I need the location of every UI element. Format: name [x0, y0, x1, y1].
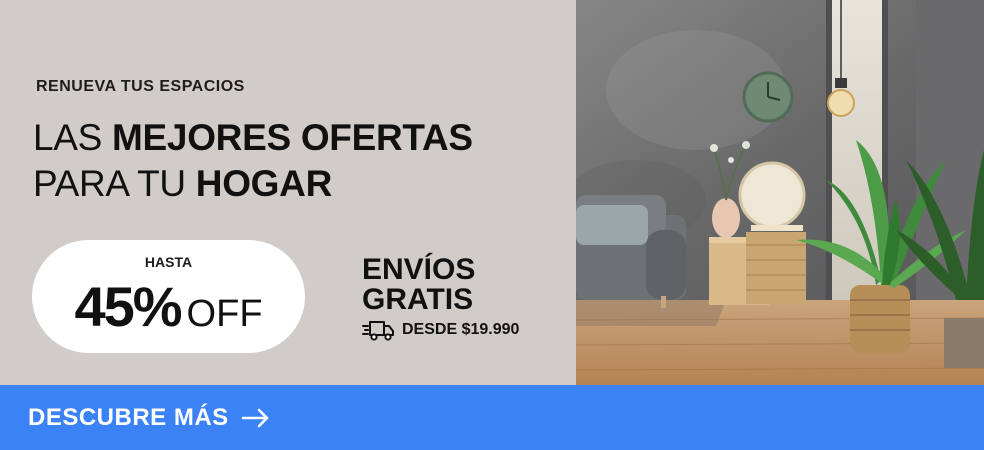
promo-banner[interactable]: RENUEVA TUS ESPACIOS LAS MEJORES OFERTAS…	[0, 0, 984, 450]
living-room-illustration	[576, 0, 984, 385]
cta-label: DESCUBRE MÁS	[28, 403, 229, 431]
promo-text-panel: RENUEVA TUS ESPACIOS LAS MEJORES OFERTAS…	[0, 0, 576, 385]
headline: LAS MEJORES OFERTAS PARA TU HOGAR	[33, 115, 473, 207]
discover-more-button[interactable]: DESCUBRE MÁS	[0, 385, 984, 450]
eyebrow-text: RENUEVA TUS ESPACIOS	[36, 78, 245, 95]
shipping-minimum-text: DESDE $19.990	[402, 321, 520, 338]
shipping-headline: ENVÍOS GRATIS	[362, 255, 475, 315]
delivery-truck-icon	[362, 321, 394, 341]
headline-line-2: PARA TU HOGAR	[33, 161, 473, 207]
headline-line-1: LAS MEJORES OFERTAS	[33, 115, 473, 161]
discount-prefix: HASTA	[144, 254, 193, 270]
discount-badge: HASTA 45% OFF	[32, 240, 305, 353]
discount-suffix: OFF	[186, 293, 263, 335]
living-room-photo	[576, 0, 984, 385]
discount-value: 45% OFF	[32, 274, 305, 339]
headline-line-2-bold: HOGAR	[195, 163, 333, 204]
headline-line-1-regular: LAS	[33, 117, 113, 158]
arrow-right-icon	[241, 408, 268, 427]
shipping-line-2: GRATIS	[362, 283, 474, 316]
discount-percent: 45%	[74, 275, 182, 338]
shipping-line-1: ENVÍOS	[362, 253, 476, 286]
headline-line-2-regular: PARA TU	[33, 163, 196, 204]
shipping-minimum: DESDE $19.990	[362, 318, 519, 342]
headline-line-1-bold: MEJORES OFERTAS	[112, 117, 473, 158]
